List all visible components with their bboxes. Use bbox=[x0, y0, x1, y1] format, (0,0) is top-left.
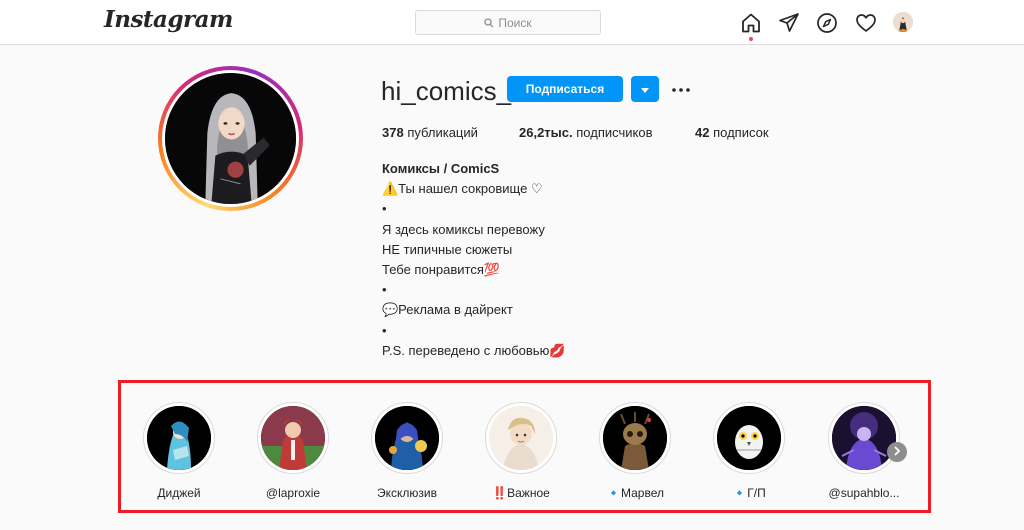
explore-icon[interactable] bbox=[816, 12, 838, 34]
profile-full-name: Комиксы / ComicS bbox=[382, 161, 500, 176]
story-highlight[interactable] bbox=[485, 402, 557, 474]
highlight-label: @laproxie bbox=[265, 486, 321, 500]
following-stat[interactable]: 42 подписок bbox=[695, 125, 769, 140]
highlight-label: @supahblo... bbox=[828, 486, 900, 500]
bio-line: • bbox=[382, 201, 387, 217]
highlight-cover bbox=[489, 406, 553, 470]
posts-count: 378 bbox=[382, 125, 404, 140]
story-highlight[interactable] bbox=[828, 402, 900, 474]
followers-count: 26,2тыс. bbox=[519, 125, 573, 140]
story-highlight[interactable] bbox=[713, 402, 785, 474]
highlight-label: 🔹Марвел bbox=[606, 486, 664, 500]
highlight-cover bbox=[832, 406, 896, 470]
profile-picture bbox=[165, 73, 296, 204]
posts-label: публикаций bbox=[407, 125, 478, 140]
highlight-cover bbox=[147, 406, 211, 470]
heart-icon[interactable] bbox=[855, 12, 877, 34]
bio-line: 💬Реклама в дайрект bbox=[382, 302, 513, 318]
highlight-label: 🔹Г/П bbox=[732, 486, 766, 500]
story-highlight[interactable] bbox=[143, 402, 215, 474]
avatar[interactable] bbox=[893, 12, 913, 32]
highlights-next-button[interactable] bbox=[887, 442, 907, 462]
chevron-right-icon bbox=[893, 443, 901, 461]
direct-icon[interactable] bbox=[778, 12, 800, 34]
search-placeholder: Поиск bbox=[498, 15, 532, 30]
search-input[interactable]: Поиск bbox=[415, 10, 601, 35]
following-count: 42 bbox=[695, 125, 710, 140]
highlight-label: Эксклюзив bbox=[377, 486, 437, 500]
more-dots-icon bbox=[672, 79, 690, 97]
story-highlight[interactable] bbox=[257, 402, 329, 474]
story-highlight[interactable] bbox=[599, 402, 671, 474]
more-options-button[interactable] bbox=[669, 78, 693, 98]
highlight-cover bbox=[261, 406, 325, 470]
profile-username: hi_comics_ bbox=[381, 76, 512, 106]
profile-bio: Комиксы / ComicS ⚠️Ты нашел сокровище ♡ … bbox=[382, 159, 566, 361]
highlight-label: ‼️Важное bbox=[492, 486, 550, 500]
notification-dot bbox=[749, 37, 753, 41]
profile-stats: 378 публикаций 26,2тыс. подписчиков 42 п… bbox=[382, 125, 769, 140]
following-label: подписок bbox=[713, 125, 769, 140]
search-icon bbox=[484, 17, 494, 28]
highlight-label: Диджей bbox=[157, 486, 201, 500]
bio-line: Тебе понравится💯 bbox=[382, 262, 501, 278]
home-icon[interactable] bbox=[740, 12, 762, 34]
bio-line: • bbox=[382, 282, 387, 298]
highlight-cover bbox=[603, 406, 667, 470]
followers-stat[interactable]: 26,2тыс. подписчиков bbox=[519, 125, 695, 140]
story-highlight[interactable] bbox=[371, 402, 443, 474]
followers-label: подписчиков bbox=[576, 125, 653, 140]
bio-line: Я здесь комиксы перевожу bbox=[382, 221, 545, 237]
profile-picture-story-ring[interactable] bbox=[158, 66, 303, 211]
top-navigation-bar: Instagram Поиск bbox=[0, 0, 1024, 45]
instagram-logo[interactable]: Instagram bbox=[104, 6, 233, 33]
highlight-cover bbox=[717, 406, 781, 470]
suggestions-dropdown-button[interactable] bbox=[631, 76, 659, 102]
posts-stat: 378 публикаций bbox=[382, 125, 519, 140]
bio-line: ⚠️Ты нашел сокровище ♡ bbox=[382, 181, 543, 197]
bio-line: НЕ типичные сюжеты bbox=[382, 241, 513, 257]
bio-line: • bbox=[382, 322, 387, 338]
bio-line: P.S. переведено с любовью💋 bbox=[382, 342, 566, 358]
caret-down-icon bbox=[641, 80, 649, 98]
highlight-cover bbox=[375, 406, 439, 470]
follow-button[interactable]: Подписаться bbox=[507, 76, 623, 102]
